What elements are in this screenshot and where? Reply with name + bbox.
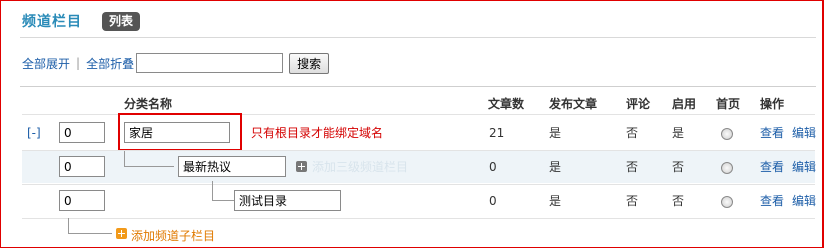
search-button[interactable]: 搜索 — [289, 52, 330, 74]
list-tab-badge[interactable]: 列表 — [102, 11, 141, 31]
home-radio[interactable] — [721, 128, 733, 140]
edit-link[interactable]: 编辑 — [792, 185, 816, 217]
plus-square-icon[interactable] — [296, 161, 307, 172]
add-third-level-link[interactable]: 添加三级频道栏目 — [312, 151, 408, 183]
edit-link[interactable]: 编辑 — [792, 117, 816, 149]
article-count: 21 — [489, 126, 505, 140]
page-title: 频道栏目 — [22, 14, 82, 30]
collapse-all-link[interactable]: 全部折叠 — [86, 55, 134, 72]
collapse-toggle[interactable]: [-] — [27, 117, 41, 149]
publish-status: 是 — [549, 194, 562, 208]
publish-status: 是 — [549, 126, 562, 140]
category-name-input[interactable] — [234, 190, 341, 211]
view-link[interactable]: 查看 — [760, 151, 784, 183]
category-name-input[interactable] — [178, 156, 286, 177]
tree-connector — [68, 218, 112, 234]
comment-status: 否 — [626, 160, 639, 174]
column-header-publish: 发布文章 — [549, 97, 598, 111]
column-header-enabled: 启用 — [672, 97, 697, 111]
column-header-articles: 文章数 — [488, 97, 525, 111]
view-link[interactable]: 查看 — [760, 117, 784, 149]
column-header-actions: 操作 — [760, 97, 785, 111]
search-input[interactable] — [136, 53, 284, 73]
enabled-status: 否 — [672, 160, 685, 174]
tree-connector — [124, 151, 174, 167]
domain-binding-hint: 只有根目录才能绑定域名 — [251, 126, 384, 140]
comment-status: 否 — [626, 194, 639, 208]
comment-status: 否 — [626, 126, 639, 140]
enabled-status: 否 — [672, 194, 685, 208]
column-header-comment: 评论 — [626, 97, 651, 111]
table-top-border — [20, 86, 816, 87]
enabled-status: 是 — [672, 126, 685, 140]
home-radio[interactable] — [721, 162, 733, 174]
page-header: 频道栏目 列表 — [22, 10, 141, 32]
publish-status: 是 — [549, 160, 562, 174]
category-name-input[interactable] — [124, 122, 230, 143]
column-header-home: 首页 — [716, 97, 741, 111]
sort-order-input[interactable] — [59, 156, 105, 177]
plus-square-orange-icon[interactable] — [116, 228, 127, 239]
view-link[interactable]: 查看 — [760, 185, 784, 217]
sort-order-input[interactable] — [59, 122, 105, 143]
expand-all-link[interactable]: 全部展开 — [22, 55, 70, 72]
add-sub-channel-link[interactable]: 添加频道子栏目 — [131, 227, 215, 244]
table-row: 0 是 否 否 查看 编辑 — [22, 181, 816, 217]
column-header-name: 分类名称 — [124, 97, 173, 111]
row-divider — [22, 218, 815, 219]
edit-link[interactable]: 编辑 — [792, 151, 816, 183]
home-radio[interactable] — [721, 196, 733, 208]
table-row: [-] 只有根目录才能绑定域名 21 是 否 是 查看 编辑 — [22, 113, 816, 151]
toolbar-separator: | — [76, 56, 81, 70]
article-count: 0 — [489, 194, 497, 208]
header-divider — [20, 37, 816, 38]
sort-order-input[interactable] — [59, 190, 105, 211]
tree-connector — [212, 181, 234, 201]
toolbar: 全部展开 | 全部折叠 搜索 — [22, 52, 330, 74]
article-count: 0 — [489, 160, 497, 174]
table-row: 添加三级频道栏目 0 是 否 否 查看 编辑 — [22, 151, 816, 183]
